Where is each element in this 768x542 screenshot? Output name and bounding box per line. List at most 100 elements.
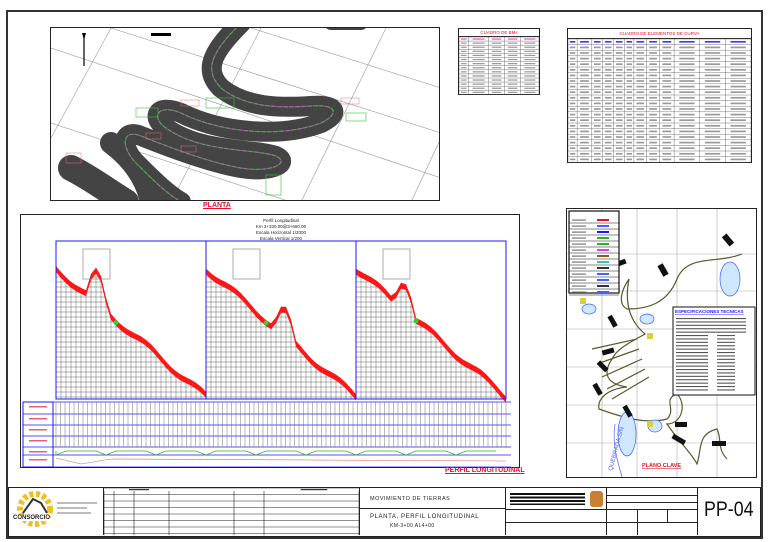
cell-text-mark bbox=[593, 63, 601, 66]
cell-text-mark bbox=[460, 71, 467, 73]
spec-text-mark bbox=[676, 382, 708, 384]
cell-text-mark bbox=[704, 46, 721, 49]
cell-text-mark bbox=[524, 46, 536, 48]
cell-text-mark bbox=[580, 113, 589, 116]
cell-text-mark bbox=[730, 130, 746, 133]
cell-text-mark bbox=[704, 74, 721, 77]
cell-text-mark bbox=[569, 152, 576, 155]
spec-value-mark bbox=[717, 372, 735, 374]
spec-text-mark bbox=[676, 375, 708, 377]
cell-text-mark bbox=[604, 63, 612, 66]
cell-text-mark bbox=[472, 42, 485, 44]
cell-text-mark bbox=[524, 50, 536, 52]
cell-text-mark bbox=[491, 91, 502, 93]
cell-text-mark bbox=[636, 119, 645, 122]
cell-text-mark bbox=[472, 46, 485, 48]
cell-text-mark bbox=[679, 40, 695, 43]
cell-text-mark bbox=[626, 108, 633, 110]
cell-text-mark bbox=[615, 124, 623, 127]
cell-text-mark bbox=[649, 96, 657, 99]
band-label-mark bbox=[29, 459, 47, 461]
cell-text-mark bbox=[580, 40, 589, 43]
cell-text-mark bbox=[662, 80, 672, 82]
plan-title: PLANTA, PERFIL LONGITUDINAL bbox=[370, 514, 480, 520]
bm-table-title: CUADRO DE BMs bbox=[459, 29, 539, 37]
cell-text-mark bbox=[593, 136, 601, 138]
legend-symbol bbox=[597, 273, 609, 275]
cell-text-mark bbox=[615, 158, 623, 161]
specs-title: ESPECIFICACIONES TECNICAS bbox=[675, 309, 744, 314]
cell-text-mark bbox=[593, 80, 601, 82]
cell-text-mark bbox=[604, 57, 612, 60]
cell-text-mark bbox=[593, 158, 601, 161]
cell-text-mark bbox=[662, 119, 672, 122]
cell-text-mark bbox=[704, 130, 721, 133]
cell-text-mark bbox=[604, 96, 612, 99]
legend-text-mark bbox=[572, 249, 586, 251]
cell-text-mark bbox=[491, 87, 502, 89]
spec-text-mark bbox=[676, 324, 746, 326]
rev-head-mark bbox=[129, 489, 149, 491]
cell-text-mark bbox=[472, 63, 485, 65]
profile-scale-v: Escala Vertical 1/200 bbox=[259, 236, 303, 241]
cell-text-mark bbox=[679, 141, 695, 144]
cell-text-mark bbox=[649, 57, 657, 60]
cell-text-mark bbox=[615, 102, 623, 105]
cell-text-mark bbox=[569, 40, 576, 43]
cell-text-mark bbox=[604, 52, 612, 54]
cell-text-mark bbox=[615, 80, 623, 82]
cell-text-mark bbox=[460, 63, 467, 65]
cell-text-mark bbox=[662, 63, 672, 66]
cell-text-mark bbox=[507, 87, 518, 89]
cell-text-mark bbox=[626, 136, 633, 138]
cell-text-mark bbox=[704, 152, 721, 155]
cell-text-mark bbox=[472, 87, 485, 89]
cell-text-mark bbox=[679, 119, 695, 122]
cell-text-mark bbox=[615, 85, 623, 88]
cell-text-mark bbox=[507, 50, 518, 52]
cell-text-mark bbox=[626, 91, 633, 94]
cell-text-mark bbox=[679, 158, 695, 161]
cell-text-mark bbox=[593, 68, 601, 71]
alignment-band bbox=[55, 450, 496, 456]
cell-text-mark bbox=[615, 46, 623, 49]
cell-text-mark bbox=[593, 102, 601, 105]
cell-text-mark bbox=[626, 40, 633, 43]
cell-text-mark bbox=[593, 85, 601, 88]
spec-value-mark bbox=[717, 369, 735, 371]
cell-text-mark bbox=[472, 83, 485, 85]
cell-text-mark bbox=[491, 75, 502, 77]
fill-area bbox=[113, 320, 119, 326]
cell-text-mark bbox=[649, 108, 657, 110]
cell-text-mark bbox=[580, 57, 589, 60]
curve-table-title: CUADRO DE ELEMENTOS DE CURVA bbox=[568, 29, 751, 39]
spec-value-mark bbox=[717, 362, 735, 364]
fill-area bbox=[263, 320, 269, 326]
cell-text-mark bbox=[626, 96, 633, 99]
spec-text-mark bbox=[676, 355, 708, 357]
cell-text-mark bbox=[662, 57, 672, 60]
cell-text-mark bbox=[491, 67, 502, 69]
cell-text-mark bbox=[649, 136, 657, 138]
cell-text-mark bbox=[507, 42, 518, 44]
cell-text-mark bbox=[679, 52, 695, 54]
cell-text-mark bbox=[626, 147, 633, 150]
cell-text-mark bbox=[730, 52, 746, 54]
spec-value-mark bbox=[717, 348, 735, 350]
cell-text-mark bbox=[704, 147, 721, 150]
spec-value-mark bbox=[717, 341, 735, 343]
cell-text-mark bbox=[704, 119, 721, 122]
cell-text-mark bbox=[662, 68, 672, 71]
legend-symbol bbox=[597, 255, 609, 257]
cell-text-mark bbox=[604, 119, 612, 122]
cell-text-mark bbox=[604, 80, 612, 82]
spec-text-mark bbox=[676, 365, 708, 367]
cell-text-mark bbox=[730, 80, 746, 82]
cell-text-mark bbox=[636, 85, 645, 88]
cell-text-mark bbox=[524, 83, 536, 85]
cell-text-mark bbox=[730, 119, 746, 122]
cell-text-mark bbox=[636, 96, 645, 99]
cell-text-mark bbox=[580, 136, 589, 138]
cell-text-mark bbox=[593, 108, 601, 110]
cell-text-mark bbox=[615, 96, 623, 99]
